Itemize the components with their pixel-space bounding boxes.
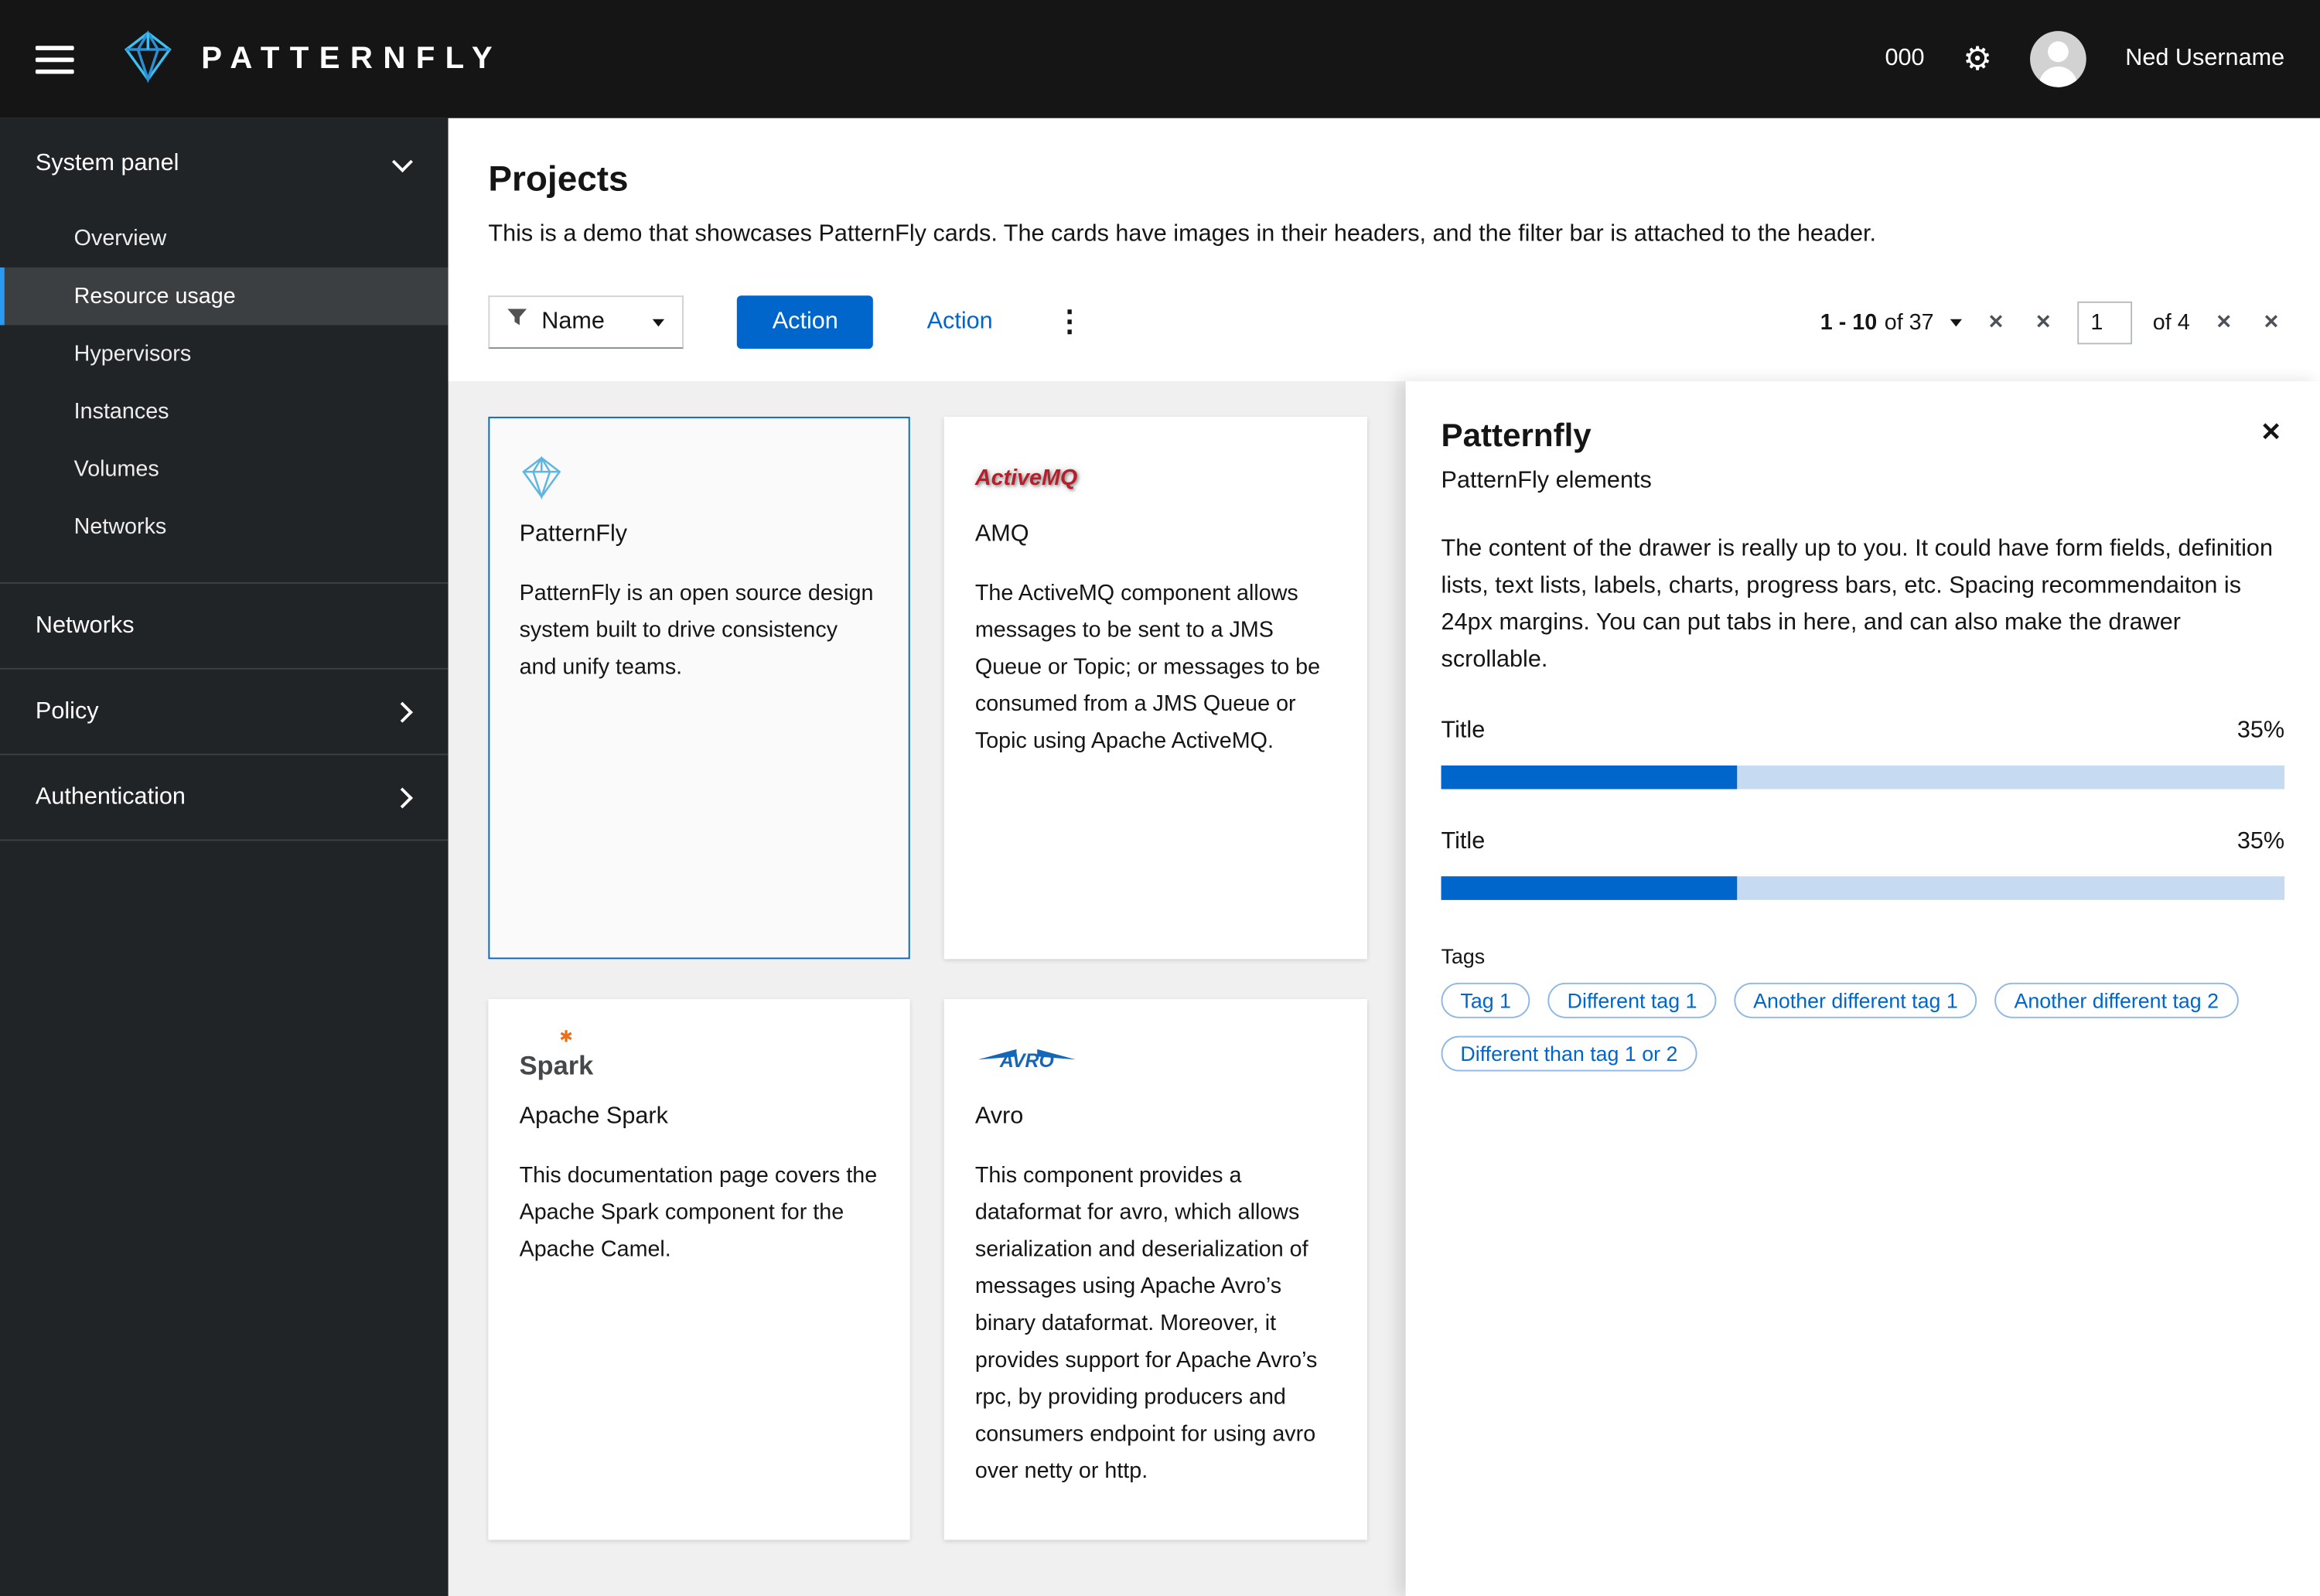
sidebar-item-label: Authentication [35, 783, 186, 810]
patternfly-card-logo-icon [520, 451, 879, 504]
sidebar-item-label: System panel [35, 150, 179, 176]
brand[interactable]: PATTERNFLY [118, 29, 503, 89]
page-title: Projects [488, 159, 629, 200]
pagination-total: of 37 [1884, 309, 1934, 335]
spark-star-icon: ✱ [559, 1028, 573, 1047]
progress-bar: Title 35% [1441, 829, 2285, 900]
pagination-first-icon[interactable]: ✕ [1983, 310, 2009, 334]
drawer-subtitle: PatternFly elements [1441, 468, 1652, 494]
card-body: This documentation page covers the Apach… [519, 1163, 878, 1263]
sidebar-item-networks[interactable]: Networks [0, 581, 449, 668]
progress-bar: Title 35% [1441, 718, 2285, 789]
sidebar-item-authentication[interactable]: Authentication [0, 753, 449, 840]
app-window: PATTERNFLY 000 ⚙ Ned Username System pan… [0, 0, 2320, 1596]
tag-chip[interactable]: Another different tag 2 [1994, 982, 2238, 1018]
progress-value: 35% [2236, 829, 2285, 854]
sidebar-item-system-panel[interactable]: System panel [0, 118, 449, 210]
user-name[interactable]: Ned Username [2125, 46, 2284, 72]
action-primary-button[interactable]: Action [736, 295, 874, 350]
sidebar-nav: System panel Overview Resource usage Hyp… [0, 118, 449, 1596]
progress-fill [1441, 765, 1737, 789]
sidebar-item-networks-sub[interactable]: Networks [0, 498, 449, 556]
action-link-button[interactable]: Action [927, 309, 993, 335]
pagination-of-pages: of 4 [2152, 309, 2190, 335]
brand-wordmark: PATTERNFLY [201, 41, 503, 76]
progress-track [1441, 765, 2285, 789]
pagination-next-icon[interactable]: ✕ [2210, 310, 2236, 334]
pagination-page-input[interactable] [2077, 300, 2133, 344]
card-grid: PatternFly PatternFly is an open source … [449, 381, 1406, 1596]
sidebar-item-instances[interactable]: Instances [0, 383, 449, 441]
settings-gear-icon[interactable]: ⚙ [1963, 42, 1992, 75]
card-title: AMQ [974, 521, 1029, 547]
chevron-right-icon [391, 701, 413, 722]
chevron-right-icon [391, 786, 413, 808]
progress-value: 35% [2236, 718, 2285, 744]
masthead-utilities: 000 ⚙ Ned Username [1885, 31, 2284, 87]
tag-chip[interactable]: Different tag 1 [1547, 982, 1717, 1018]
card-body: This component provides a dataformat for… [974, 1163, 1318, 1484]
card-avro[interactable]: AVRO Avro This component provides a data… [943, 998, 1367, 1540]
drawer-panel: Patternfly ✕ PatternFly elements The con… [1405, 381, 2320, 1596]
card-body: The ActiveMQ component allows messages t… [974, 581, 1321, 754]
card-apache-spark[interactable]: ✱ Spark Apache Spark This documentation … [488, 998, 910, 1540]
patternfly-logo-icon [118, 29, 178, 89]
tags-list: Tag 1 Different tag 1 Another different … [1441, 982, 2285, 1072]
masthead: PATTERNFLY 000 ⚙ Ned Username [0, 0, 2320, 118]
card-amq[interactable]: ActiveMQ AMQ The ActiveMQ component allo… [943, 416, 1367, 960]
drawer-title: Patternfly [1441, 416, 1592, 454]
card-body: PatternFly is an open source design syst… [519, 581, 874, 680]
sidebar-item-overview[interactable]: Overview [0, 210, 449, 268]
tag-chip[interactable]: Different than tag 1 or 2 [1441, 1035, 1697, 1072]
progress-fill [1441, 876, 1737, 900]
drawer-body-text: The content of the drawer is really up t… [1441, 536, 2273, 673]
progress-label: Title [1441, 829, 1486, 854]
pagination-prev-icon[interactable]: ✕ [2030, 310, 2056, 334]
sidebar-item-hypervisors[interactable]: Hypervisors [0, 325, 449, 383]
sidebar-item-resource-usage[interactable]: Resource usage [0, 267, 449, 326]
progress-label: Title [1441, 718, 1486, 744]
caret-down-icon [1950, 318, 1962, 326]
card-title: PatternFly [519, 521, 628, 547]
filter-dropdown-label: Name [541, 309, 605, 334]
pagination-last-icon[interactable]: ✕ [2258, 310, 2284, 334]
user-avatar[interactable] [2030, 31, 2087, 87]
page-header: Projects This is a demo that showcases P… [448, 118, 2320, 382]
filter-funnel-icon [507, 309, 527, 335]
filter-dropdown[interactable]: Name [488, 295, 684, 350]
chevron-down-icon [391, 151, 413, 172]
card-title: Avro [974, 1103, 1024, 1130]
tag-chip[interactable]: Another different tag 1 [1734, 982, 1977, 1018]
sidebar-item-volumes[interactable]: Volumes [0, 441, 449, 499]
progress-track [1441, 876, 2285, 900]
notification-counter[interactable]: 000 [1885, 46, 1924, 72]
spark-logo-icon: ✱ Spark [519, 1028, 594, 1080]
sidebar-item-policy[interactable]: Policy [0, 667, 449, 754]
toolbar: Name Action Action ⋮ 1 - 10 of 37 ✕ ✕ 1 … [488, 295, 2284, 381]
close-icon[interactable]: ✕ [2257, 417, 2284, 448]
tag-chip[interactable]: Tag 1 [1441, 982, 1530, 1018]
avro-logo-icon: AVRO [975, 1033, 1336, 1086]
sidebar-item-label: Policy [35, 697, 99, 724]
activemq-logo-icon: ActiveMQ [974, 465, 1078, 490]
page-description: This is a demo that showcases PatternFly… [488, 221, 1877, 247]
caret-down-icon [652, 318, 665, 326]
sidebar-item-label: Networks [35, 612, 135, 638]
card-title: Apache Spark [519, 1103, 668, 1130]
tags-label: Tags [1441, 944, 1486, 968]
main-content: Projects This is a demo that showcases P… [448, 118, 2320, 1596]
pagination-range: 1 - 10 [1820, 309, 1878, 335]
card-patternfly[interactable]: PatternFly PatternFly is an open source … [488, 416, 910, 960]
kebab-menu-icon[interactable]: ⋮ [1049, 308, 1090, 337]
pagination-range-dropdown[interactable]: 1 - 10 of 37 [1820, 309, 1962, 335]
pagination: 1 - 10 of 37 ✕ ✕ of 4 ✕ ✕ [1820, 300, 2284, 344]
svg-text:AVRO: AVRO [999, 1051, 1054, 1072]
hamburger-menu-icon[interactable] [35, 45, 74, 73]
